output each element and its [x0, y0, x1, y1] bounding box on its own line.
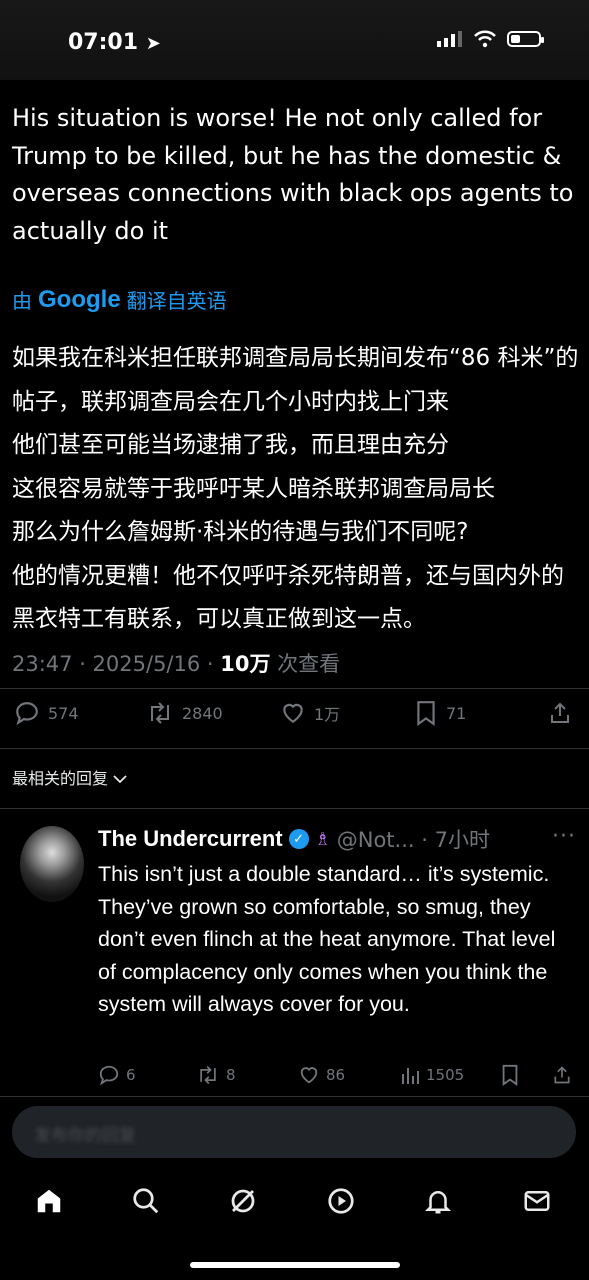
divider [0, 748, 589, 749]
more-options-icon[interactable]: ··· [552, 824, 576, 849]
reply-icon [16, 702, 38, 726]
bookmark-icon [417, 701, 435, 726]
status-time: 07:01 ➤ [68, 30, 161, 55]
messages-icon[interactable] [522, 1186, 552, 1216]
share-icon [554, 1066, 570, 1084]
reply-retweet-count: 8 [226, 1066, 236, 1084]
reply-like-button[interactable]: 86 [298, 1064, 345, 1086]
reply-handle-time: @Not... · 7小时 [336, 828, 490, 852]
translated-from-label: 翻译自英语 [126, 289, 227, 313]
views-label: 次查看 [270, 652, 341, 676]
reply-header: The Undercurrent ✓ ♗ @Not... · 7小时 [98, 824, 490, 854]
bottom-tab-bar [0, 1170, 589, 1234]
home-icon[interactable] [34, 1186, 64, 1216]
translated-paragraph: 他的情况更糟！他不仅呼吁杀死特朗普，还与国内外的黑衣特工有联系，可以真正做到这一… [12, 562, 564, 633]
affiliation-icon: ♗ [314, 828, 331, 850]
tweet-action-bar: 574 2840 1万 71 [0, 700, 589, 736]
reply-author-name[interactable]: The Undercurrent [98, 826, 283, 852]
translated-by[interactable]: 由 Google 翻译自英语 [12, 285, 227, 314]
grok-icon[interactable] [228, 1186, 258, 1216]
divider [0, 688, 589, 689]
avatar[interactable] [20, 826, 84, 902]
reply-share-button[interactable] [552, 1064, 572, 1086]
reply-like-count: 86 [326, 1066, 346, 1084]
like-count: 1万 [314, 705, 341, 724]
sort-label: 最相关的回复 [12, 769, 109, 788]
translated-by-prefix: 由 [12, 289, 32, 313]
reply-button[interactable]: 574 [14, 700, 79, 726]
reply-retweet-button[interactable]: 8 [196, 1064, 236, 1086]
signal-icon [437, 31, 462, 47]
sort-replies-dropdown[interactable]: 最相关的回复 [12, 765, 127, 789]
verified-badge-icon: ✓ [288, 829, 309, 849]
translated-paragraph: 这很容易就等于我呼吁某人暗杀联邦调查局局长 [12, 475, 495, 502]
views-icon [402, 1068, 419, 1084]
heart-icon [300, 1067, 318, 1084]
wifi-icon [474, 30, 496, 48]
tweet-timestamp[interactable]: 23:47 · 2025/5/16 · [12, 652, 220, 676]
battery-icon [507, 31, 544, 47]
chevron-down-icon [113, 775, 127, 784]
retweet-icon [200, 1065, 216, 1085]
retweet-button[interactable]: 2840 [146, 700, 223, 726]
compose-placeholder: 发布你的回复 [34, 1126, 136, 1146]
reply-reply-button[interactable]: 6 [98, 1064, 136, 1086]
google-logo: Google [38, 285, 121, 313]
bookmark-icon [502, 1064, 518, 1086]
notifications-icon[interactable] [423, 1186, 453, 1216]
status-icons [437, 30, 544, 48]
divider [0, 1096, 589, 1097]
reply-icon [99, 1065, 119, 1086]
bookmark-button[interactable]: 71 [414, 700, 466, 726]
tweet-meta: 23:47 · 2025/5/16 · 10万 次查看 [12, 648, 340, 678]
reply-views-count: 1505 [426, 1066, 465, 1084]
retweet-count: 2840 [182, 703, 223, 723]
reply-bookmark-button[interactable] [500, 1064, 520, 1086]
tweet-text-original: His situation is worse! He not only call… [12, 104, 574, 245]
bookmark-count: 71 [446, 703, 467, 723]
tweet-text-translated: 如果我在科米担任联邦调查局局长期间发布“86 科米”的帖子，联邦调查局会在几个小… [12, 337, 582, 642]
reply-reply-count: 6 [126, 1066, 136, 1084]
reply-text: This isn’t just a double standard… it’s … [98, 862, 556, 1017]
translated-paragraph: 那么为什么詹姆斯·科米的待遇与我们不同呢? [12, 519, 469, 545]
search-icon[interactable] [131, 1186, 161, 1216]
divider [0, 808, 589, 809]
heart-icon [283, 703, 303, 723]
share-button[interactable] [548, 700, 572, 726]
retweet-icon [151, 702, 169, 724]
home-indicator [190, 1262, 400, 1268]
share-icon [551, 702, 569, 723]
reply-compose-input[interactable]: 发布你的回复 [12, 1106, 576, 1158]
reply-views-button[interactable]: 1505 [400, 1064, 464, 1086]
video-icon[interactable] [326, 1186, 356, 1216]
translated-paragraph: 如果我在科米担任联邦调查局局长期间发布“86 科米”的帖子，联邦调查局会在几个小… [12, 345, 579, 415]
reply-count: 574 [48, 703, 79, 723]
like-button[interactable]: 1万 [280, 700, 340, 726]
translated-paragraph: 他们甚至可能当场逮捕了我，而且理由充分 [12, 432, 449, 458]
views-count: 10万 [220, 652, 271, 676]
reply-action-bar: 6 8 86 1505 [98, 1064, 578, 1090]
